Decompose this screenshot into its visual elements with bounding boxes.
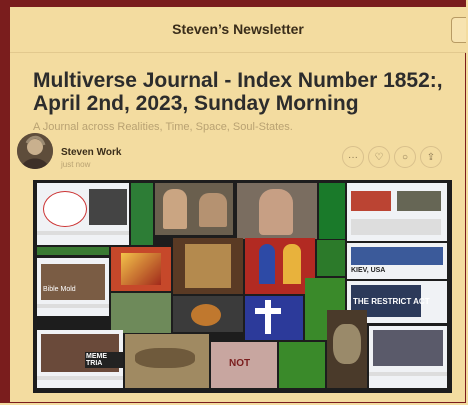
collage-tile: [173, 238, 243, 294]
post-actions: ··· ♡ ○ ⇪: [342, 146, 442, 168]
collage-tile: [173, 296, 243, 332]
mold-label: Bible Mold: [43, 286, 76, 293]
collage-tile: [37, 247, 109, 255]
more-options-icon[interactable]: ···: [342, 146, 364, 168]
collage-tile: [155, 183, 233, 235]
post-subtitle: A Journal across Realities, Time, Space,…: [33, 121, 293, 133]
post-time: just now: [61, 160, 91, 169]
collage-tile: [237, 183, 317, 239]
collage-tile: [317, 240, 345, 276]
collage-tile: NOT: [211, 342, 277, 388]
post-title: Multiverse Journal - Index Number 1852:,…: [33, 69, 443, 115]
collage-tile: [369, 326, 447, 388]
collage-tile: Bible Mold: [37, 258, 109, 316]
avatar[interactable]: [17, 133, 53, 169]
newsletter-header: Steven’s Newsletter: [10, 7, 466, 53]
header-button[interactable]: [451, 17, 466, 43]
share-icon[interactable]: ⇪: [420, 146, 442, 168]
restrict-label: THE RESTRICT ACT: [353, 297, 430, 306]
heart-icon[interactable]: ♡: [368, 146, 390, 168]
collage-tile: [347, 183, 447, 241]
collage-image[interactable]: KIEV, USA Bible Mold THE RESTRICT ACT ME…: [33, 180, 452, 393]
collage-tile: [125, 334, 209, 388]
newsletter-title[interactable]: Steven’s Newsletter: [10, 21, 466, 37]
collage-tile: [319, 183, 345, 239]
collage-tile: [279, 342, 325, 388]
collage-tile: [37, 183, 129, 245]
meme-label: MEME TRIA: [85, 352, 123, 368]
collage-tile: KIEV, USA: [347, 243, 447, 279]
collage-tile: [111, 293, 171, 333]
author-name[interactable]: Steven Work: [61, 147, 121, 158]
collage-tile: [327, 310, 367, 388]
collage-tile: [111, 247, 171, 291]
not-label: NOT: [229, 358, 251, 369]
comment-icon[interactable]: ○: [394, 146, 416, 168]
collage-tile: [245, 296, 303, 340]
collage-tile: [131, 183, 153, 245]
kiev-label: KIEV, USA: [351, 267, 386, 274]
collage-tile: MEME TRIA: [37, 330, 123, 388]
